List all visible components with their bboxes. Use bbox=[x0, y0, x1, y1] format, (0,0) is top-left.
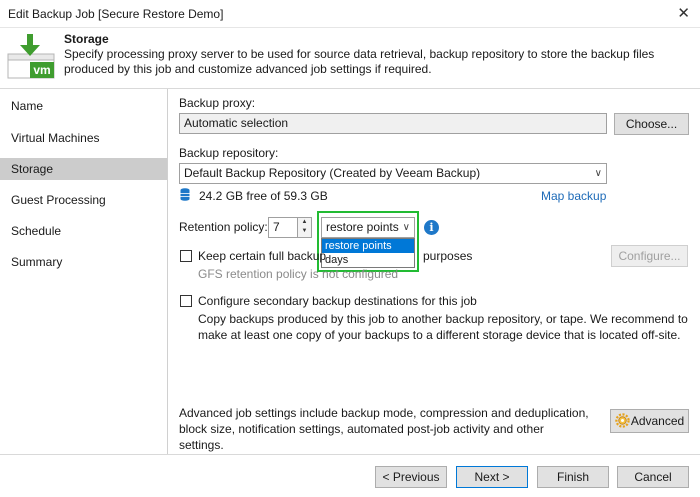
stepper-down-icon[interactable]: ▼ bbox=[298, 227, 311, 236]
secondary-destinations-description: Copy backups produced by this job to ano… bbox=[198, 312, 688, 342]
advanced-button-label: Advanced bbox=[630, 414, 685, 428]
retention-unit-value: restore points bbox=[326, 220, 399, 234]
sidebar-item-schedule[interactable]: Schedule bbox=[0, 220, 167, 242]
sidebar-item-storage[interactable]: Storage bbox=[0, 158, 167, 180]
configure-gfs-button[interactable]: Configure... bbox=[611, 245, 688, 267]
next-button[interactable]: Next > bbox=[456, 466, 528, 488]
dropdown-option-days[interactable]: days bbox=[322, 253, 414, 267]
gfs-label-left: Keep certain full backup bbox=[198, 249, 327, 263]
wizard-header: vm Storage Specify processing proxy serv… bbox=[0, 28, 700, 88]
window-titlebar: Edit Backup Job [Secure Restore Demo] ✕ bbox=[0, 0, 700, 28]
chevron-down-icon: ∨ bbox=[402, 222, 410, 233]
sidebar-item-name[interactable]: Name bbox=[0, 95, 167, 117]
cancel-button[interactable]: Cancel bbox=[617, 466, 689, 488]
backup-proxy-label: Backup proxy: bbox=[179, 96, 256, 110]
page-title: Storage bbox=[64, 32, 109, 46]
previous-button[interactable]: < Previous bbox=[375, 466, 447, 488]
retention-unit-select[interactable]: restore points ∨ bbox=[321, 217, 415, 238]
secondary-destinations-label: Configure secondary backup destinations … bbox=[198, 294, 477, 308]
backup-repository-label: Backup repository: bbox=[179, 146, 279, 160]
retention-value-input[interactable]: 7 bbox=[268, 217, 298, 238]
gfs-status-note: GFS retention policy is not configured bbox=[198, 267, 399, 281]
close-icon[interactable]: ✕ bbox=[677, 4, 690, 22]
sidebar-item-summary[interactable]: Summary bbox=[0, 251, 167, 273]
backup-repository-select[interactable]: Default Backup Repository (Created by Ve… bbox=[179, 163, 607, 184]
retention-policy-label: Retention policy: bbox=[179, 220, 268, 234]
gfs-label-right: purposes bbox=[423, 249, 473, 263]
advanced-settings-description: Advanced job settings include backup mod… bbox=[179, 406, 589, 452]
retention-unit-dropdown: restore points days bbox=[321, 238, 415, 268]
database-icon bbox=[180, 188, 190, 201]
choose-proxy-button[interactable]: Choose... bbox=[614, 113, 689, 135]
window-title: Edit Backup Job [Secure Restore Demo] bbox=[8, 7, 224, 21]
retention-stepper[interactable]: ▲ ▼ bbox=[298, 217, 312, 238]
repository-free-space: 24.2 GB free of 59.3 GB bbox=[199, 189, 328, 203]
wizard-steps-sidebar: Name Virtual Machines Storage Guest Proc… bbox=[0, 89, 167, 454]
gfs-checkbox[interactable] bbox=[180, 250, 192, 262]
chevron-down-icon: ∨ bbox=[594, 168, 602, 179]
sidebar-item-guest-processing[interactable]: Guest Processing bbox=[0, 189, 167, 211]
secondary-destinations-checkbox[interactable] bbox=[180, 295, 192, 307]
page-description: Specify processing proxy server to be us… bbox=[64, 47, 655, 76]
backup-repository-value: Default Backup Repository (Created by Ve… bbox=[184, 166, 481, 180]
stepper-up-icon[interactable]: ▲ bbox=[298, 218, 311, 227]
gear-icon bbox=[615, 413, 630, 428]
info-icon[interactable]: i bbox=[424, 220, 439, 235]
backup-proxy-field[interactable]: Automatic selection bbox=[179, 113, 607, 134]
dropdown-option-restore-points[interactable]: restore points bbox=[322, 239, 414, 253]
veeam-vm-storage-logo-icon: vm bbox=[7, 34, 55, 79]
finish-button[interactable]: Finish bbox=[537, 466, 609, 488]
advanced-button[interactable]: Advanced bbox=[610, 409, 689, 433]
logo-text: vm bbox=[33, 63, 50, 77]
map-backup-link[interactable]: Map backup bbox=[541, 189, 606, 203]
sidebar-item-virtual-machines[interactable]: Virtual Machines bbox=[0, 127, 167, 149]
